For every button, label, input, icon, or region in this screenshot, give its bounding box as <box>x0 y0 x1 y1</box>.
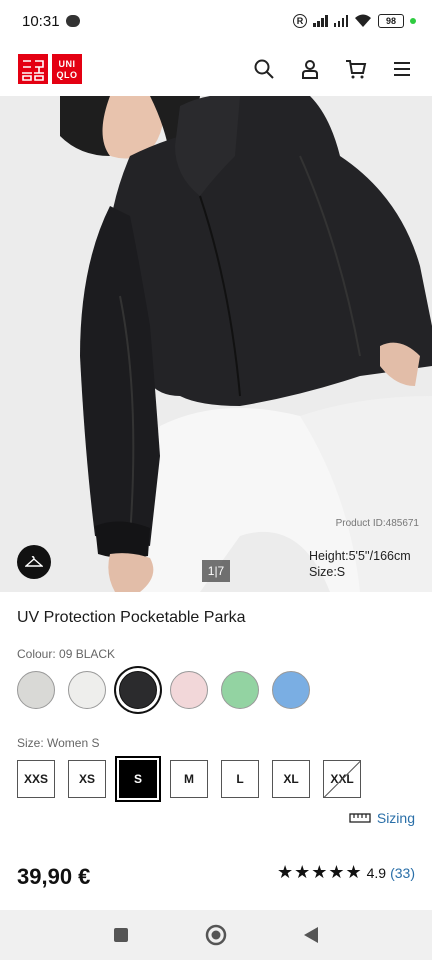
battery-icon: 98 <box>378 14 404 28</box>
sizing-link[interactable]: Sizing <box>349 810 415 826</box>
product-rating[interactable]: ★★★★★ 4.9 (33) <box>277 862 415 883</box>
size-option-m[interactable]: M <box>170 760 208 798</box>
header-actions <box>252 57 414 81</box>
colour-swatch[interactable] <box>68 671 106 709</box>
privacy-indicator-icon <box>410 18 416 24</box>
logo-katakana-icon <box>18 54 48 84</box>
product-price: 39,90 € <box>17 864 91 889</box>
svg-text:QLO: QLO <box>57 70 78 80</box>
message-notification-icon <box>65 15 80 27</box>
logo-latin-icon: UNI QLO <box>52 54 82 84</box>
model-size: Size:S <box>309 565 346 579</box>
product-title: UV Protection Pocketable Parka <box>17 609 246 626</box>
menu-icon[interactable] <box>390 57 414 81</box>
size-option-xs[interactable]: XS <box>68 760 106 798</box>
model-info: Height:5'5''/166cm Size:S <box>309 548 411 580</box>
review-count-link[interactable]: (33) <box>390 865 415 881</box>
try-on-hanger-button[interactable] <box>17 545 51 579</box>
system-navigation-bar <box>0 910 432 960</box>
search-icon[interactable] <box>252 57 276 81</box>
size-label: Size: Women S <box>17 736 100 750</box>
signal-icon-2 <box>333 15 348 27</box>
cart-icon[interactable] <box>344 57 368 81</box>
size-option-xxl[interactable]: XXL <box>323 760 361 798</box>
recent-apps-icon[interactable] <box>113 927 129 943</box>
colour-swatch-selected[interactable] <box>119 671 157 709</box>
back-icon[interactable] <box>303 926 319 944</box>
rating-value: 4.9 <box>366 864 387 881</box>
colour-swatch[interactable] <box>272 671 310 709</box>
size-option-s[interactable]: S <box>119 760 157 798</box>
colour-label: Colour: 09 BLACK <box>17 647 116 661</box>
status-icons: R 98 <box>293 14 416 28</box>
size-option-l[interactable]: L <box>221 760 259 798</box>
sizing-label: Sizing <box>376 810 415 826</box>
colour-swatch[interactable] <box>170 671 208 709</box>
home-icon[interactable] <box>205 924 227 946</box>
site-header: UNI QLO <box>0 42 432 96</box>
rating-stars: ★★★★★ <box>276 862 363 882</box>
colour-swatch[interactable] <box>17 671 55 709</box>
account-icon[interactable] <box>298 57 322 81</box>
size-options: XXS XS S M L XL XXL <box>17 760 361 798</box>
hanger-icon <box>25 556 43 567</box>
status-bar: 10:31 R 98 <box>0 0 432 42</box>
size-option-xl[interactable]: XL <box>272 760 310 798</box>
model-height: Height:5'5''/166cm <box>309 549 411 563</box>
wifi-icon <box>355 14 371 27</box>
svg-text:UNI: UNI <box>59 59 76 69</box>
uniqlo-logo[interactable]: UNI QLO <box>18 54 82 84</box>
product-id: Product ID:485671 <box>335 518 419 529</box>
colour-swatch[interactable] <box>221 671 259 709</box>
ruler-icon <box>349 813 371 823</box>
colour-swatches <box>17 671 310 709</box>
product-image-carousel[interactable]: 1|7 Product ID:485671 Height:5'5''/166cm… <box>0 96 432 592</box>
size-option-xxs[interactable]: XXS <box>17 760 55 798</box>
registered-icon: R <box>293 14 307 28</box>
image-counter: 1|7 <box>202 560 230 582</box>
status-time: 10:31 <box>22 12 60 30</box>
signal-icon <box>313 15 328 27</box>
